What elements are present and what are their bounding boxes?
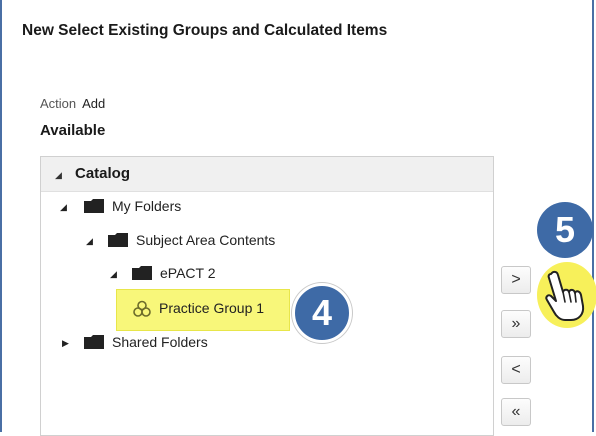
tree-node-subject-area-contents[interactable]: ◢ Subject Area Contents <box>86 230 316 252</box>
move-selected-button[interactable]: > <box>501 266 531 294</box>
action-value: Add <box>82 96 106 111</box>
available-heading: Available <box>40 122 106 139</box>
tree-node-my-folders[interactable]: ◢ My Folders <box>60 196 260 218</box>
collapse-triangle-icon[interactable]: ◢ <box>60 202 67 213</box>
folder-icon <box>84 199 104 213</box>
step-4-badge: 4 <box>292 283 352 343</box>
tree-node-label: Subject Area Contents <box>136 232 276 248</box>
tree-node-shared-folders[interactable]: ▶ Shared Folders <box>60 332 260 354</box>
folder-icon <box>108 233 128 247</box>
tree-node-epact2[interactable]: ◢ ePACT 2 <box>110 263 250 285</box>
remove-selected-button[interactable]: < <box>501 356 531 384</box>
step-5-badge: 5 <box>537 202 593 258</box>
action-row: Action Add <box>40 96 105 111</box>
tree-node-label: Shared Folders <box>112 334 208 350</box>
folder-icon <box>132 266 152 280</box>
move-all-button[interactable]: » <box>501 310 531 338</box>
expand-triangle-icon[interactable]: ▶ <box>62 338 69 349</box>
remove-all-button[interactable]: « <box>501 398 531 426</box>
collapse-triangle-icon[interactable]: ◢ <box>55 170 62 181</box>
collapse-triangle-icon[interactable]: ◢ <box>86 236 93 247</box>
select-groups-dialog: New Select Existing Groups and Calculate… <box>0 0 596 436</box>
group-icon <box>133 300 151 317</box>
click-hand-highlight <box>537 262 596 328</box>
catalog-header[interactable]: ◢ Catalog <box>41 157 493 192</box>
dialog-title: New Select Existing Groups and Calculate… <box>22 22 388 39</box>
action-label: Action <box>40 96 77 111</box>
tree-node-label: My Folders <box>112 198 182 214</box>
collapse-triangle-icon[interactable]: ◢ <box>110 269 117 280</box>
folder-icon <box>84 335 104 349</box>
pointing-hand-icon <box>545 270 585 321</box>
catalog-header-label: Catalog <box>75 165 131 182</box>
tree-node-label: ePACT 2 <box>160 265 216 281</box>
tree-node-practice-group-1[interactable]: Practice Group 1 <box>159 300 264 316</box>
